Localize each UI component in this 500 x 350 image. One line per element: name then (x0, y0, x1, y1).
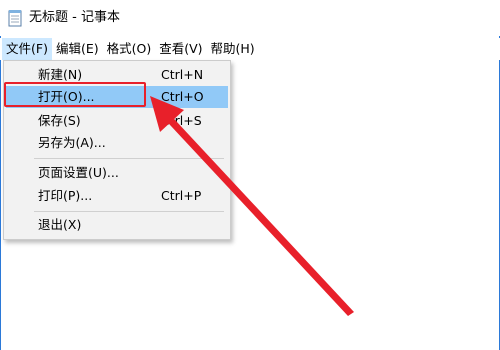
annotation-arrow (150, 96, 354, 316)
annotation-arrow-shaft (157, 107, 354, 316)
